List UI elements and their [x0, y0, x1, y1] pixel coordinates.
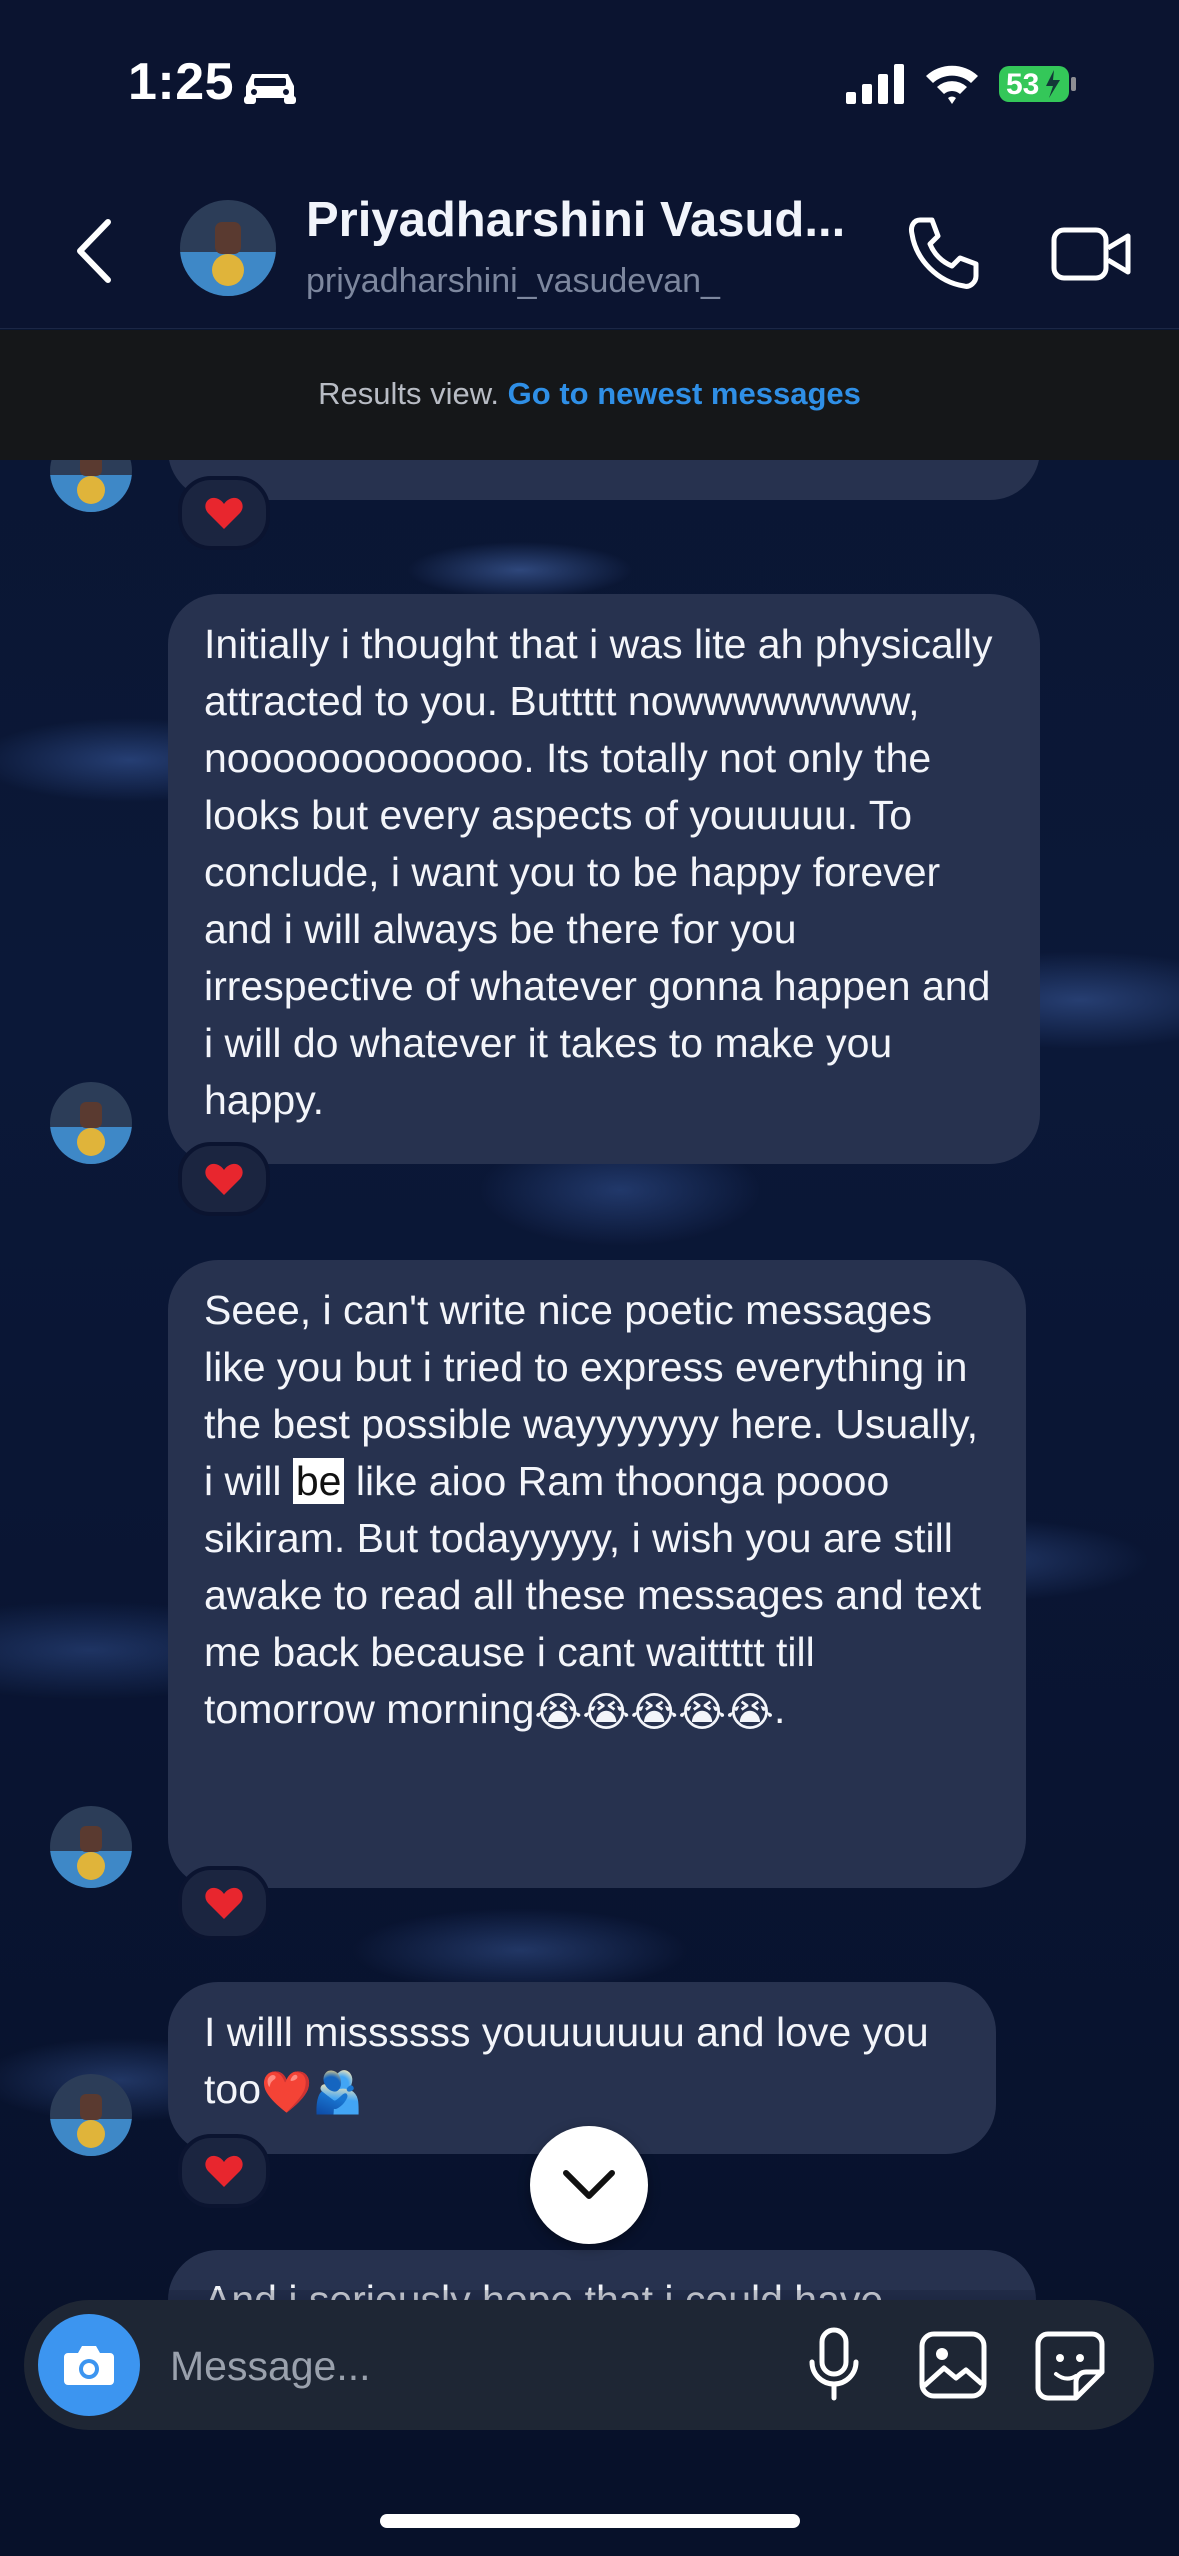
- reaction-heart[interactable]: [178, 476, 270, 550]
- message-text: Initially i thought that i was lite ah p…: [204, 621, 993, 1123]
- contact-name[interactable]: Priyadharshini Vasud...: [306, 192, 845, 248]
- message-bubble[interactable]: Seee, i can't write nice poetic messages…: [168, 1260, 1026, 1888]
- camera-icon: [64, 2346, 114, 2385]
- microphone-icon[interactable]: [806, 2326, 862, 2404]
- go-to-newest-link[interactable]: Go to newest messages: [508, 376, 861, 411]
- back-chevron-icon[interactable]: [70, 214, 120, 288]
- results-banner: Results view. Go to newest messages: [0, 330, 1179, 460]
- message-composer: [24, 2300, 1154, 2430]
- phone-icon[interactable]: [904, 214, 984, 294]
- search-highlight: be: [292, 1458, 345, 1504]
- message-input[interactable]: [168, 2330, 792, 2402]
- reaction-heart[interactable]: [178, 2134, 270, 2208]
- heart-icon: [205, 497, 243, 529]
- chevron-down-icon: [563, 2170, 615, 2199]
- heart-hug-emoji: ❤️🫂: [261, 2068, 364, 2115]
- sticker-icon[interactable]: [1034, 2330, 1106, 2402]
- contact-avatar[interactable]: [180, 200, 276, 296]
- status-bar: 1:25 53: [0, 0, 1179, 170]
- message-bubble[interactable]: Initially i thought that i was lite ah p…: [168, 594, 1040, 1164]
- video-camera-icon[interactable]: [1050, 216, 1132, 292]
- battery-percent: 53: [1006, 68, 1040, 101]
- contact-handle[interactable]: priyadharshini_vasudevan_: [306, 262, 720, 301]
- chat-header: Priyadharshini Vasud... priyadharshini_v…: [0, 170, 1179, 329]
- reaction-heart[interactable]: [178, 1142, 270, 1216]
- reaction-heart[interactable]: [178, 1866, 270, 1940]
- camera-button[interactable]: [38, 2314, 140, 2416]
- gallery-icon[interactable]: [918, 2330, 988, 2400]
- sender-avatar[interactable]: [50, 1806, 132, 1888]
- status-time: 1:25: [128, 53, 235, 111]
- heart-icon: [205, 2155, 243, 2187]
- home-indicator: [380, 2514, 800, 2528]
- cellular-signal-icon: [846, 64, 904, 104]
- sender-avatar[interactable]: [50, 2074, 132, 2156]
- heart-icon: [205, 1887, 243, 1919]
- sender-avatar[interactable]: [50, 1082, 132, 1164]
- wifi-icon: [926, 65, 978, 104]
- banner-text: Results view.: [318, 376, 500, 411]
- battery-indicator: 53: [998, 62, 1078, 106]
- car-icon: [244, 74, 296, 104]
- heart-icon: [205, 1163, 243, 1195]
- crying-emoji: 😭😭😭😭😭: [534, 1688, 774, 1735]
- scroll-to-bottom-button[interactable]: [530, 2126, 648, 2244]
